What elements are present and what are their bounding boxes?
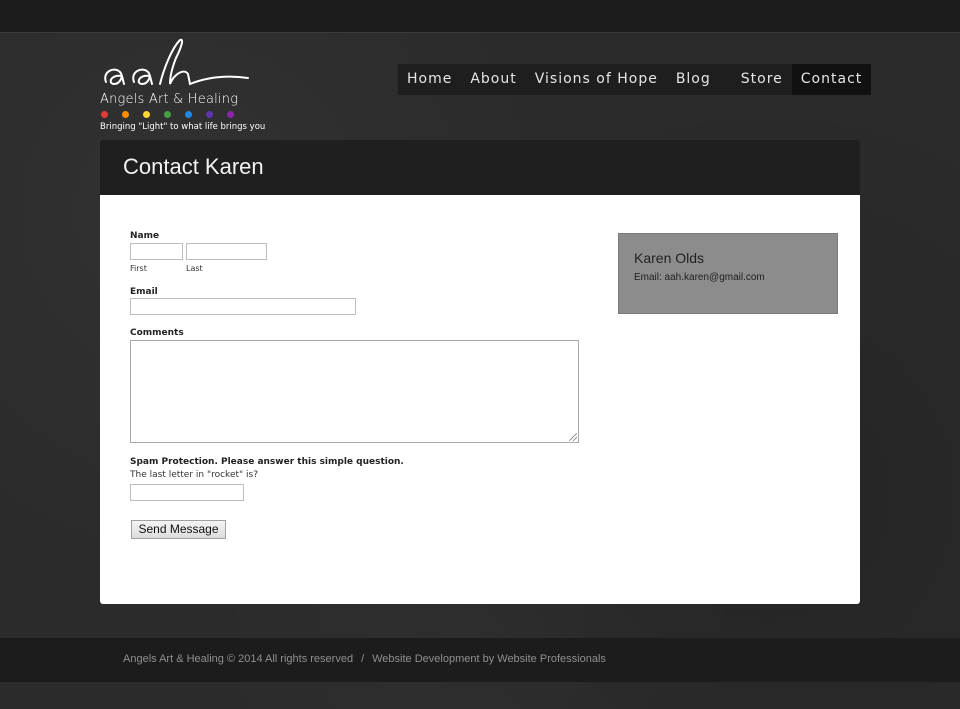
logo-name: Angels Art & Healing bbox=[100, 92, 239, 107]
logo-color-dots bbox=[101, 111, 234, 118]
logo-tagline: Bringing "Light" to what life brings you bbox=[100, 122, 266, 132]
contact-name: Karen Olds bbox=[634, 250, 705, 266]
footer-credit-link[interactable]: Website Development by Website Professio… bbox=[372, 653, 606, 665]
contact-content: Name First Last Email Comments Spam Prot… bbox=[100, 195, 860, 604]
nav-item-home[interactable]: Home bbox=[398, 64, 461, 95]
footer-text: Angels Art & Healing © 2014 All rights r… bbox=[123, 653, 606, 665]
comments-textarea[interactable] bbox=[130, 340, 579, 443]
email-label: Email bbox=[130, 287, 158, 297]
top-bar bbox=[0, 0, 960, 33]
page-title: Contact Karen bbox=[123, 154, 264, 179]
spam-answer-field[interactable] bbox=[130, 484, 244, 501]
nav-item-store[interactable]: Store bbox=[732, 64, 792, 95]
nav-item-contact[interactable]: Contact bbox=[791, 64, 872, 95]
logo-script-mark bbox=[104, 38, 249, 86]
first-name-sublabel: First bbox=[130, 264, 147, 273]
logo-dot bbox=[227, 111, 234, 118]
email-field[interactable] bbox=[130, 298, 356, 315]
resize-grip-icon[interactable] bbox=[569, 433, 577, 441]
spam-protection-label: Spam Protection. Please answer this simp… bbox=[130, 457, 404, 467]
name-label: Name bbox=[130, 231, 160, 241]
logo-dot bbox=[143, 111, 150, 118]
logo-dot bbox=[185, 111, 192, 118]
send-message-button[interactable]: Send Message bbox=[131, 520, 226, 539]
footer-copyright: Angels Art & Healing © 2014 All rights r… bbox=[123, 653, 354, 665]
nav-item-blog[interactable]: Blog bbox=[667, 64, 720, 95]
contact-email: Email: aah.karen@gmail.com bbox=[634, 272, 765, 283]
last-name-sublabel: Last bbox=[186, 264, 203, 273]
site-footer: Angels Art & Healing © 2014 All rights r… bbox=[0, 638, 960, 682]
site-logo[interactable]: Angels Art & Healing Bringing "Light" to… bbox=[98, 38, 265, 134]
spam-question: The last letter in "rocket" is? bbox=[130, 470, 258, 480]
contact-info-box: Karen Olds Email: aah.karen@gmail.com bbox=[618, 233, 838, 314]
first-name-field[interactable] bbox=[130, 243, 183, 260]
nav-item-about[interactable]: About bbox=[461, 64, 525, 95]
main-nav: Home About Visions of Hope Blog Store Co… bbox=[398, 64, 872, 95]
logo-dot bbox=[122, 111, 129, 118]
last-name-field[interactable] bbox=[186, 243, 267, 260]
logo-dot bbox=[164, 111, 171, 118]
logo-dot bbox=[101, 111, 108, 118]
footer-separator: / bbox=[361, 653, 365, 665]
page-title-band: Contact Karen bbox=[100, 140, 860, 195]
nav-item-visions-of-hope[interactable]: Visions of Hope bbox=[526, 64, 667, 95]
comments-label: Comments bbox=[130, 328, 184, 338]
logo-dot bbox=[206, 111, 213, 118]
